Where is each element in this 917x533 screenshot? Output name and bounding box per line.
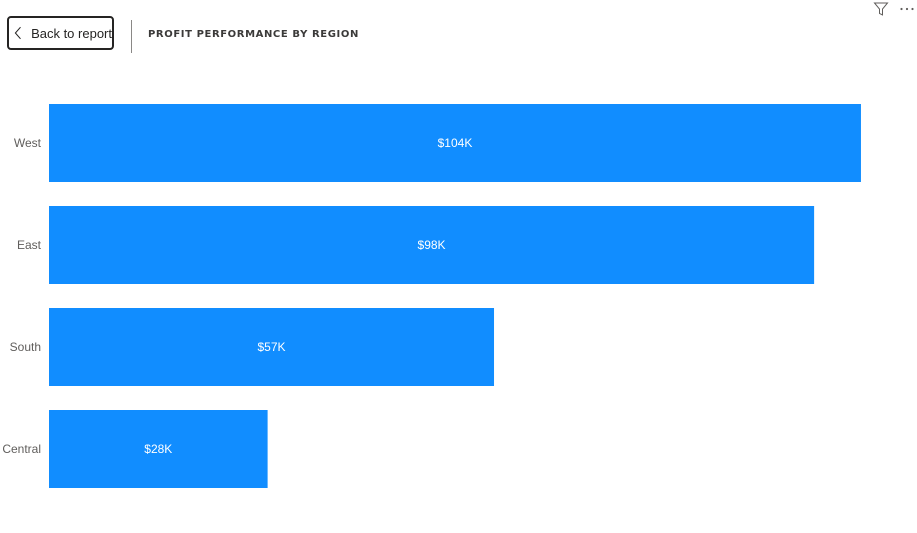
data-label-east: $98K xyxy=(418,238,446,252)
category-label-east: East xyxy=(17,238,42,252)
bar-chart: $104K West $98K East $57K South $28K Central xyxy=(2,104,861,488)
category-label-central: Central xyxy=(2,442,41,456)
data-label-south: $57K xyxy=(257,340,285,354)
data-label-west: $104K xyxy=(438,136,473,150)
category-label-south: South xyxy=(10,340,41,354)
category-label-west: West xyxy=(14,136,42,150)
data-label-central: $28K xyxy=(144,442,172,456)
